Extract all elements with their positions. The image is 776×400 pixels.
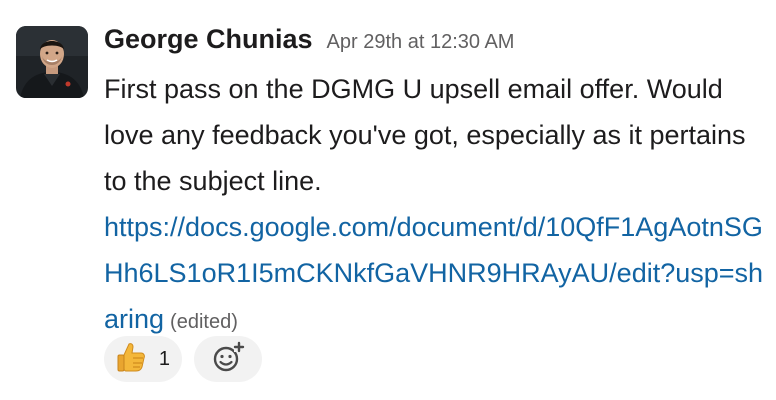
- message-content: George Chunias Apr 29th at 12:30 AM Firs…: [104, 24, 768, 345]
- add-emoji-icon: [210, 339, 246, 380]
- sender-name[interactable]: George Chunias: [104, 24, 313, 55]
- reaction-thumbs-up[interactable]: 1: [104, 336, 182, 382]
- reaction-count: 1: [158, 347, 170, 370]
- edited-label: (edited): [170, 311, 238, 333]
- avatar-photo: [16, 26, 88, 98]
- thumbs-up-icon: [114, 340, 148, 379]
- chat-message: George Chunias Apr 29th at 12:30 AM Firs…: [0, 0, 776, 400]
- message-header: George Chunias Apr 29th at 12:30 AM: [104, 24, 768, 64]
- reactions-bar: 1: [104, 336, 262, 382]
- add-reaction-button[interactable]: [194, 336, 262, 382]
- message-text: First pass on the DGMG U upsell email of…: [104, 74, 746, 196]
- message-body: First pass on the DGMG U upsell email of…: [104, 66, 768, 345]
- avatar[interactable]: [16, 26, 88, 98]
- message-timestamp[interactable]: Apr 29th at 12:30 AM: [327, 31, 515, 54]
